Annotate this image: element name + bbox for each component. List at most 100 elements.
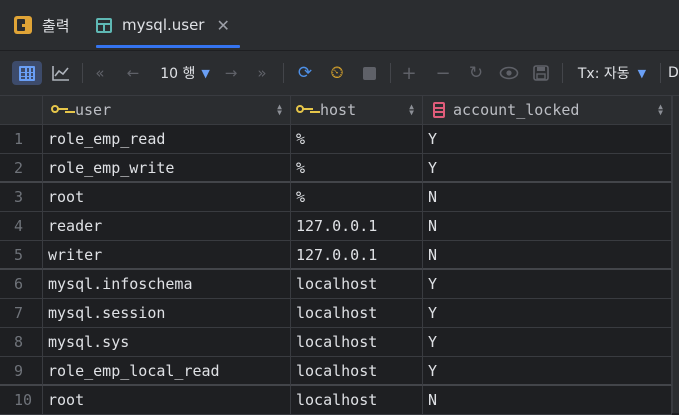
sort-icon[interactable]: ▲ ▼ xyxy=(277,103,282,117)
cell-user[interactable]: reader xyxy=(43,212,291,241)
cell-user[interactable]: role_emp_local_read xyxy=(43,357,291,386)
cell-account-locked[interactable]: Y xyxy=(423,299,672,328)
arrow-left-icon: ← xyxy=(126,64,140,82)
key-icon xyxy=(296,103,314,117)
column-header-label: host xyxy=(320,101,357,119)
cell-account-locked[interactable]: N xyxy=(423,241,672,270)
revert-button[interactable]: ↻ xyxy=(464,61,488,85)
table-row[interactable]: 4 reader 127.0.0.1 N xyxy=(0,212,679,241)
cell-host[interactable]: localhost xyxy=(291,386,423,415)
results-toolbar: « ← 10 행 ▼ → » ⟳ ⏲ + − ↻ Tx: 자동 ▼ D xyxy=(0,51,679,96)
cell-user[interactable]: mysql.infoschema xyxy=(43,270,291,299)
stop-button[interactable] xyxy=(358,61,380,85)
column-header-user[interactable]: user ▲ ▼ xyxy=(43,96,291,124)
chevron-down-icon: ▼ xyxy=(201,66,210,80)
table-row[interactable]: 2 role_emp_write% Y xyxy=(0,154,679,183)
tab-mysql-user[interactable]: mysql.user ✕ xyxy=(96,0,240,50)
table-row[interactable]: 5 writer 127.0.0.1 N xyxy=(0,241,679,270)
column-header-host[interactable]: host ▲ ▼ xyxy=(291,96,423,124)
cell-account-locked[interactable]: N xyxy=(423,212,672,241)
transaction-mode-dropdown[interactable]: Tx: 자동 ▼ xyxy=(572,61,652,85)
stop-icon xyxy=(362,66,376,80)
cell-user[interactable]: root xyxy=(43,183,291,212)
refresh-icon: ⟳ xyxy=(297,63,313,83)
column-header-label: user xyxy=(75,101,112,119)
sort-icon[interactable]: ▲ ▼ xyxy=(409,103,414,117)
transaction-mode-label: Tx: 자동 xyxy=(577,66,630,82)
cell-account-locked[interactable]: Y xyxy=(423,125,672,154)
table-view-button[interactable] xyxy=(12,61,42,85)
toolbar-separator xyxy=(660,63,661,83)
cell-host[interactable]: localhost xyxy=(291,357,423,386)
row-number: 3 xyxy=(0,183,43,212)
table-row[interactable]: 1 role_emp_read% Y xyxy=(0,125,679,154)
delete-row-button[interactable]: − xyxy=(432,61,454,85)
row-number: 4 xyxy=(0,212,43,241)
chart-view-button[interactable] xyxy=(48,61,74,85)
tab-output[interactable]: 출력 xyxy=(14,0,70,50)
close-icon[interactable]: ✕ xyxy=(216,16,229,35)
last-page-button[interactable]: » xyxy=(252,61,272,85)
sort-icon[interactable]: ▲ ▼ xyxy=(658,103,663,117)
row-number: 10 xyxy=(0,386,43,415)
toolbar-separator xyxy=(390,63,391,83)
cell-user[interactable]: role_emp_write xyxy=(43,154,291,183)
cell-host[interactable]: localhost xyxy=(291,270,423,299)
page-size-dropdown[interactable]: 10 행 ▼ xyxy=(156,61,214,85)
table-row[interactable]: 9 role_emp_local_read localhost Y xyxy=(0,357,679,386)
eye-icon xyxy=(499,66,519,80)
tab-mysql-user-label: mysql.user xyxy=(122,16,205,34)
cell-host[interactable]: localhost xyxy=(291,299,423,328)
cell-account-locked[interactable]: N xyxy=(423,183,672,212)
toolbar-separator xyxy=(283,63,284,83)
cell-host[interactable]: % xyxy=(291,154,423,183)
cell-account-locked[interactable]: Y xyxy=(423,154,672,183)
cell-host[interactable]: % xyxy=(291,125,423,154)
column-header-label: account_locked xyxy=(453,101,580,119)
cell-host[interactable]: 127.0.0.1 xyxy=(291,212,423,241)
column-header-account-locked[interactable]: account_locked ▲ ▼ xyxy=(423,96,672,124)
revert-icon: ↻ xyxy=(468,63,484,83)
add-row-button[interactable]: + xyxy=(398,61,420,85)
row-number: 1 xyxy=(0,125,43,154)
double-chevron-right-icon: » xyxy=(257,64,267,82)
previous-page-button[interactable]: ← xyxy=(122,61,144,85)
view-button[interactable] xyxy=(496,61,522,85)
cell-account-locked[interactable]: Y xyxy=(423,270,672,299)
table-row[interactable]: 3 root% N xyxy=(0,183,679,212)
cell-account-locked[interactable]: Y xyxy=(423,328,672,357)
cell-account-locked[interactable]: Y xyxy=(423,357,672,386)
row-number: 6 xyxy=(0,270,43,299)
submit-button[interactable] xyxy=(530,61,552,85)
tab-output-label: 출력 xyxy=(42,16,70,35)
plus-icon: + xyxy=(401,62,417,84)
grid-header: user ▲ ▼ host ▲ ▼ account_locked ▲ ▼ xyxy=(0,96,679,125)
next-page-button[interactable]: → xyxy=(220,61,242,85)
row-number: 9 xyxy=(0,357,43,386)
table-row[interactable]: 8 mysql.sys localhost Y xyxy=(0,328,679,357)
table-row[interactable]: 10 root localhost N xyxy=(0,386,679,415)
cell-user[interactable]: mysql.sys xyxy=(43,328,291,357)
first-page-button[interactable]: « xyxy=(90,61,110,85)
history-button[interactable]: ⏲ xyxy=(324,61,350,85)
toolbar-separator xyxy=(562,63,563,83)
table-row[interactable]: 6 mysql.infoschema localhost Y xyxy=(0,270,679,299)
chevron-down-icon: ▼ xyxy=(637,66,647,80)
chart-icon xyxy=(52,66,69,81)
row-number: 2 xyxy=(0,154,43,183)
row-number: 7 xyxy=(0,299,43,328)
cell-host[interactable]: 127.0.0.1 xyxy=(291,241,423,270)
overflow-dropdown[interactable]: D xyxy=(668,61,679,85)
cell-user[interactable]: writer xyxy=(43,241,291,270)
cell-account-locked[interactable]: N xyxy=(423,386,672,415)
cell-host[interactable]: % xyxy=(291,183,423,212)
cell-user[interactable]: root xyxy=(43,386,291,415)
refresh-button[interactable]: ⟳ xyxy=(292,61,318,85)
cell-user[interactable]: mysql.session xyxy=(43,299,291,328)
cell-host[interactable]: localhost xyxy=(291,328,423,357)
arrow-right-icon: → xyxy=(224,64,238,82)
cell-user[interactable]: role_emp_read xyxy=(43,125,291,154)
overflow-label: D xyxy=(668,65,679,81)
save-icon xyxy=(533,65,549,81)
table-row[interactable]: 7 mysql.session localhost Y xyxy=(0,299,679,328)
